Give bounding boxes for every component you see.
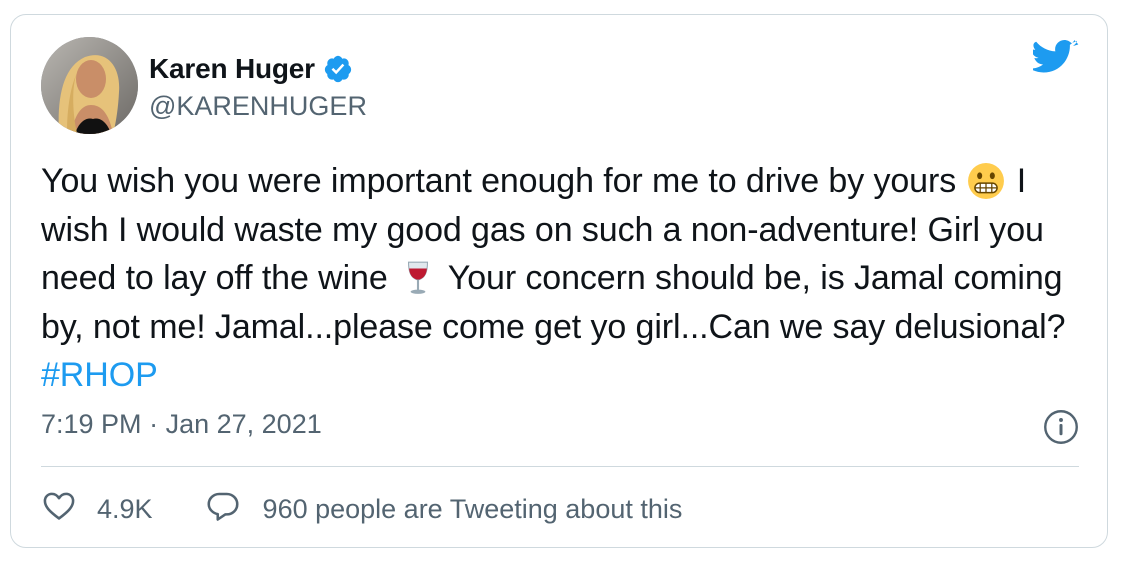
twitter-bird-icon[interactable] [1029, 39, 1079, 79]
tweet-time: 7:19 PM [41, 409, 142, 439]
grimacing-face-emoji [967, 162, 1005, 200]
author-handle[interactable]: @KARENHUGER [149, 91, 367, 122]
divider [41, 466, 1079, 467]
tweet-card[interactable]: Karen Huger @KARENHUGER You wish you wer… [10, 14, 1108, 548]
wine-glass-emoji [399, 259, 437, 297]
avatar[interactable] [41, 37, 138, 134]
verified-badge-icon [323, 54, 353, 84]
tweet-timestamp[interactable]: 7:19 PM · Jan 27, 2021 [41, 409, 322, 440]
hashtag-link[interactable]: #RHOP [41, 356, 158, 394]
meta-separator: · [149, 409, 159, 439]
tweeting-about-link[interactable]: 960 people are Tweeting about this [205, 488, 683, 531]
tweet-text: You wish you were important enough for m… [41, 157, 1086, 400]
tweet-actions: 4.9K 960 people are Tweeting about this [41, 489, 682, 529]
tweeting-about-label: 960 people are Tweeting about this [262, 493, 683, 524]
like-count: 4.9K [97, 493, 153, 524]
like-button[interactable]: 4.9K [41, 488, 205, 531]
author-display-name[interactable]: Karen Huger [149, 53, 315, 85]
tweet-text-segment: You wish you were important enough for m… [41, 162, 966, 200]
heart-icon [41, 488, 77, 531]
tweet-date: Jan 27, 2021 [165, 409, 322, 439]
reply-bubble-icon [205, 488, 241, 531]
info-icon[interactable] [1043, 409, 1079, 445]
